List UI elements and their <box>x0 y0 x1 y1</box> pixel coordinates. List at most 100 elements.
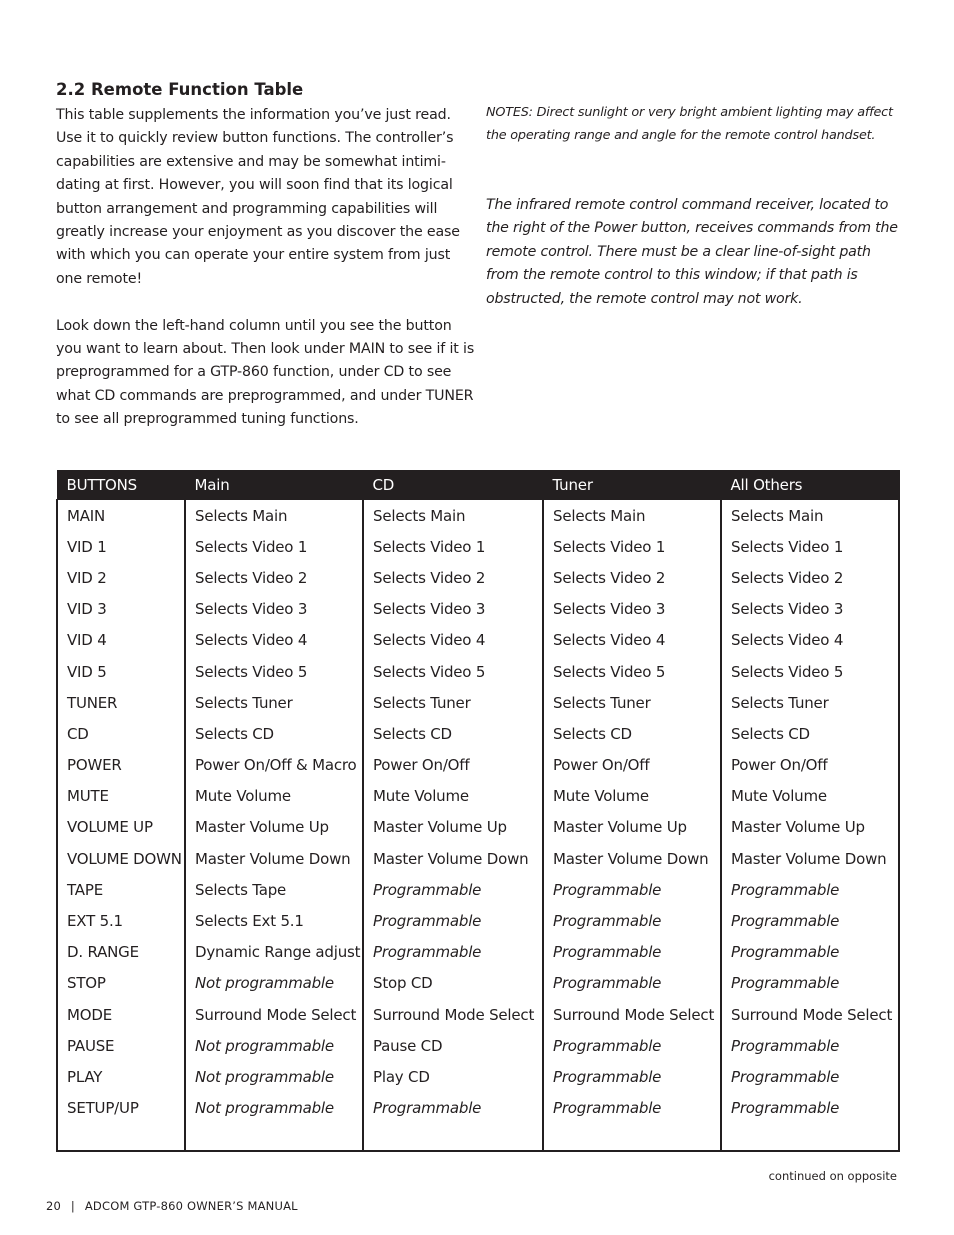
remote-function-table: BUTTONS Main CD Tuner All Others MAIN Sel… <box>56 470 900 1152</box>
cell-tuner: Selects Video 2 <box>542 562 722 594</box>
cell-tuner: Power On/Off <box>542 749 722 781</box>
cell-tuner: Selects CD <box>542 718 722 750</box>
cell-button: PLAY <box>56 1061 186 1093</box>
empty-cell <box>720 1123 900 1152</box>
table-row: MAIN Selects Main Selects Main Selects Main… <box>56 499 900 532</box>
empty-cell <box>542 1123 722 1152</box>
table-row: SETUP/UP Not programmable Programmable Prog… <box>56 1092 900 1124</box>
table-row: VOLUME UP Master Volume Up Master Volume U… <box>56 811 900 844</box>
notes-block: The infrared remote control command rece… <box>486 194 906 311</box>
cell-cd: Pause CD <box>362 1030 544 1062</box>
cell-tuner: Selects Video 3 <box>542 593 722 625</box>
cell-all-others: Selects Tuner <box>720 687 900 719</box>
table-row: VID 5 Selects Video 5 Selects Video 5 Selec… <box>56 655 900 688</box>
cell-main: Selects Video 5 <box>184 655 364 688</box>
cell-cd: Selects Video 4 <box>362 624 544 656</box>
header-cd: CD <box>362 470 544 500</box>
cell-cd: Power On/Off <box>362 749 544 781</box>
manual-title: ADCOM GTP-860 OWNER’S MANUAL <box>84 1199 298 1213</box>
cell-button: MODE <box>56 999 186 1031</box>
table-header-row: BUTTONS Main CD Tuner All Others <box>56 470 900 500</box>
cell-tuner: Selects Tuner <box>542 687 722 719</box>
footer-separator: | <box>70 1199 75 1213</box>
empty-cell <box>56 1123 186 1152</box>
cell-all-others: Programmable <box>720 1061 900 1093</box>
cell-main: Mute Volume <box>184 780 364 812</box>
cell-button: TUNER <box>56 687 186 719</box>
cell-button: VID 1 <box>56 531 186 563</box>
cell-all-others: Programmable <box>720 905 900 937</box>
intro-paragraph: Look down the left-hand column until you… <box>56 317 475 428</box>
table-row: VID 1 Selects Video 1 Selects Video 1 Selec… <box>56 531 900 563</box>
table-row: POWER Power On/Off & Macro Power On/Off Pow… <box>56 749 900 781</box>
cell-all-others: Power On/Off <box>720 749 900 781</box>
cell-cd: Programmable <box>362 874 544 906</box>
cell-cd: Programmable <box>362 905 544 937</box>
cell-all-others: Programmable <box>720 967 900 999</box>
cell-main: Not programmable <box>184 1061 364 1093</box>
cell-all-others: Programmable <box>720 1030 900 1062</box>
cell-cd: Mute Volume <box>362 780 544 812</box>
cell-all-others: Programmable <box>720 936 900 968</box>
cell-button: POWER <box>56 749 186 781</box>
table-row: TUNER Selects Tuner Selects Tuner Selects T… <box>56 687 900 719</box>
cell-tuner: Master Volume Up <box>542 811 722 844</box>
page-footer: 20 | ADCOM GTP-860 OWNER’S MANUAL <box>46 1199 298 1213</box>
continued-note: continued on opposite <box>768 1169 897 1183</box>
cell-button: VID 2 <box>56 562 186 594</box>
cell-all-others: Mute Volume <box>720 780 900 812</box>
cell-cd: Programmable <box>362 936 544 968</box>
table-row: TAPE Selects Tape Programmable Programmable… <box>56 874 900 906</box>
cell-main: Selects Ext 5.1 <box>184 905 364 937</box>
cell-cd: Selects Video 5 <box>362 655 544 688</box>
cell-all-others: Selects Video 5 <box>720 655 900 688</box>
empty-cell <box>362 1123 544 1152</box>
cell-button: D. RANGE <box>56 936 186 968</box>
cell-tuner: Surround Mode Select <box>542 999 722 1031</box>
header-all-others: All Others <box>720 470 900 500</box>
cell-button: TAPE <box>56 874 186 906</box>
cell-main: Selects Tuner <box>184 687 364 719</box>
cell-button: VID 3 <box>56 593 186 625</box>
table-row: D. RANGE Dynamic Range adjust Programmable… <box>56 936 900 968</box>
cell-main: Selects Video 2 <box>184 562 364 594</box>
table-row: VID 3 Selects Video 3 Selects Video 3 Selec… <box>56 593 900 625</box>
cell-main: Not programmable <box>184 1092 364 1124</box>
cell-all-others: Selects Main <box>720 499 900 532</box>
cell-all-others: Master Volume Up <box>720 811 900 844</box>
note-lighting: NOTES: Direct sunlight or very bright am… <box>486 105 893 144</box>
cell-cd: Selects Video 2 <box>362 562 544 594</box>
table-row: STOP Not programmable Stop CD Programmable P… <box>56 967 900 999</box>
cell-tuner: Selects Video 1 <box>542 531 722 563</box>
page-number: 20 <box>46 1199 62 1213</box>
cell-main: Selects Video 3 <box>184 593 364 625</box>
cell-all-others: Selects Video 4 <box>720 624 900 656</box>
cell-all-others: Selects Video 2 <box>720 562 900 594</box>
cell-cd: Play CD <box>362 1061 544 1093</box>
cell-main: Not programmable <box>184 1030 364 1062</box>
cell-all-others: Selects CD <box>720 718 900 750</box>
cell-button: CD <box>56 718 186 750</box>
table-row: VOLUME DOWN Master Volume Down Master Volu… <box>56 843 900 875</box>
cell-main: Master Volume Up <box>184 811 364 844</box>
intro-text: This table supplements the information y… <box>56 104 476 432</box>
cell-button: VOLUME DOWN <box>56 843 186 875</box>
cell-all-others: Selects Video 1 <box>720 531 900 563</box>
cell-main: Selects Video 1 <box>184 531 364 563</box>
cell-tuner: Selects Main <box>542 499 722 532</box>
cell-cd: Selects Tuner <box>362 687 544 719</box>
cell-all-others: Surround Mode Select <box>720 999 900 1031</box>
cell-cd: Surround Mode Select <box>362 999 544 1031</box>
cell-button: MAIN <box>56 499 186 532</box>
note-receiver: The infrared remote control command rece… <box>486 197 898 307</box>
cell-main: Selects Tape <box>184 874 364 906</box>
cell-cd: Master Volume Down <box>362 843 544 875</box>
cell-cd: Selects CD <box>362 718 544 750</box>
cell-main: Power On/Off & Macro <box>184 749 364 781</box>
cell-button: SETUP/UP <box>56 1092 186 1124</box>
cell-cd: Stop CD <box>362 967 544 999</box>
cell-button: VID 5 <box>56 655 186 688</box>
section-title: 2.2 Remote Function Table <box>56 80 304 99</box>
cell-cd: Selects Video 1 <box>362 531 544 563</box>
table-row: PLAY Not programmable Play CD Programmable P… <box>56 1061 900 1093</box>
